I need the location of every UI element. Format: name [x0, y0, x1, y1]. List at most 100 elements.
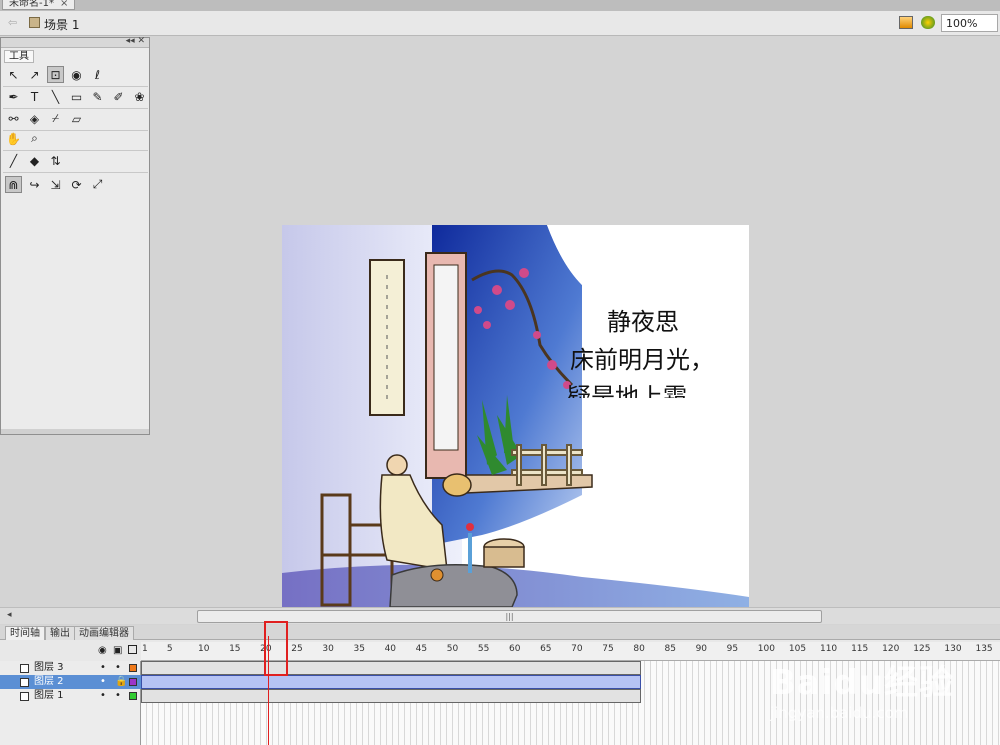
- straighten-icon[interactable]: ⇲: [47, 176, 64, 193]
- layer-list: 图层 3 • • 图层 2 • 🔒 图层 1 • •: [0, 661, 141, 745]
- snap-icon[interactable]: ⋒: [5, 176, 22, 193]
- layer-visibility-dot[interactable]: •: [100, 675, 106, 689]
- back-arrow-icon[interactable]: ⇦: [8, 16, 17, 29]
- tab-output[interactable]: 输出: [45, 626, 75, 640]
- ruler-tick-label: 110: [819, 644, 838, 654]
- lasso-icon[interactable]: ℓ: [89, 66, 106, 83]
- scene-label[interactable]: 场景 1: [44, 16, 79, 33]
- layer-color-swatch[interactable]: [129, 678, 137, 686]
- ruler-tick-label: 40: [384, 644, 397, 654]
- playhead[interactable]: [268, 636, 269, 745]
- stage-canvas[interactable]: 静夜思 床前明月光， 疑是地上霜: [282, 225, 749, 607]
- selection-arrow-icon[interactable]: ↖: [5, 66, 22, 83]
- ruler-tick-label: 55: [477, 644, 490, 654]
- stroke-color-icon[interactable]: ╱: [5, 152, 22, 169]
- ruler-tick-label: 115: [851, 644, 869, 654]
- pencil-icon[interactable]: ✎: [89, 88, 106, 105]
- tab-motion-editor[interactable]: 动画编辑器: [74, 626, 134, 640]
- stage-horizontal-scrollbar[interactable]: ◂ |||: [0, 607, 1000, 624]
- tools-separator: [3, 108, 148, 109]
- ruler-tick-label: 75: [602, 644, 614, 654]
- layer-lock-dot[interactable]: •: [115, 689, 121, 703]
- layer-visibility-dot[interactable]: •: [100, 661, 106, 675]
- edit-scene-icon[interactable]: [899, 16, 913, 29]
- lock-icon[interactable]: ▣: [113, 645, 122, 656]
- zoom-select[interactable]: 100%: [941, 14, 998, 32]
- layer-icon: [20, 678, 29, 687]
- ruler-tick-label: 85: [664, 644, 676, 654]
- fill-color-icon[interactable]: ◆: [26, 152, 43, 169]
- bone-icon[interactable]: ⚯: [5, 110, 22, 127]
- scale-icon[interactable]: ⤢: [89, 176, 106, 193]
- eyedropper-icon[interactable]: ⌿: [47, 110, 64, 127]
- layer-lock-dot[interactable]: •: [115, 661, 121, 675]
- tools-row: ✋ ⌕: [5, 130, 43, 147]
- layer-1-frames[interactable]: [141, 689, 641, 703]
- layer-lock-dot[interactable]: 🔒: [115, 675, 127, 689]
- ruler-tick-label: 35: [353, 644, 365, 654]
- layer-name[interactable]: 图层 3: [34, 661, 64, 675]
- pen-icon[interactable]: ✒: [5, 88, 22, 105]
- 3d-rotation-icon[interactable]: ◉: [68, 66, 85, 83]
- tab-timeline[interactable]: 时间轴: [5, 626, 45, 640]
- smooth-icon[interactable]: ↪: [26, 176, 43, 193]
- tools-separator: [3, 172, 148, 173]
- teapot: [442, 473, 472, 497]
- candle: [468, 533, 472, 573]
- stone-table: [389, 564, 518, 607]
- layer-color-swatch[interactable]: [129, 664, 137, 672]
- layer-row[interactable]: 图层 2 • 🔒: [0, 675, 141, 689]
- tools-panel-header[interactable]: ◂◂ ✕: [1, 36, 149, 48]
- layer-name[interactable]: 图层 2: [34, 675, 64, 689]
- rectangle-icon[interactable]: ▭: [68, 88, 85, 105]
- ruler-tick-label: 25: [291, 644, 303, 654]
- scene-icon: [29, 17, 40, 28]
- tools-panel-resize-handle[interactable]: [1, 429, 149, 434]
- scrollbar-thumb[interactable]: |||: [197, 610, 822, 623]
- layer-color-swatch[interactable]: [129, 692, 137, 700]
- ruler-tick-label: 105: [788, 644, 807, 654]
- poem-title: 静夜思: [607, 308, 679, 336]
- tools-separator: [3, 86, 148, 87]
- zoom-icon[interactable]: ⌕: [26, 130, 43, 147]
- timeline-tabs: 时间轴 输出 动画编辑器: [0, 625, 1000, 640]
- document-tab[interactable]: 未命名-1* ×: [2, 0, 76, 10]
- close-icon[interactable]: ×: [60, 0, 68, 9]
- collapse-icon[interactable]: ◂◂ ✕: [126, 36, 145, 46]
- scroll-left-arrow-icon[interactable]: ◂: [7, 610, 12, 620]
- edit-bar: ⇦ 场景 1 100%: [0, 11, 1000, 36]
- tools-panel: ◂◂ ✕ 工具 ↖ ↗ ⊡ ◉ ℓ ✒ T ╲ ▭ ✎ ✐ ❀ ⚯ ◈ ⌿ ▱ ✋ ⌕ ╱ ◆ ⇅ ⋒ ↪ ⇲ ⟳ ⤢: [0, 36, 150, 435]
- paint-bucket-icon[interactable]: ◈: [26, 110, 43, 127]
- edit-symbols-icon[interactable]: [921, 16, 935, 29]
- swap-colors-icon[interactable]: ⇅: [47, 152, 64, 169]
- layer-row[interactable]: 图层 1 • •: [0, 689, 141, 703]
- tools-row: ⋒ ↪ ⇲ ⟳ ⤢: [5, 176, 106, 193]
- deco-icon[interactable]: ❀: [131, 88, 148, 105]
- tools-panel-title: 工具: [4, 50, 34, 63]
- ruler-tick-label: 65: [540, 644, 552, 654]
- eye-icon[interactable]: ◉: [98, 645, 107, 656]
- document-tab-title: 未命名-1*: [9, 0, 54, 9]
- ruler-tick-label: 50: [446, 644, 459, 654]
- text-icon[interactable]: T: [26, 88, 43, 105]
- layer-3-frames[interactable]: [141, 661, 641, 675]
- line-icon[interactable]: ╲: [47, 88, 64, 105]
- tools-separator: [3, 150, 148, 151]
- ruler-tick-label: 90: [695, 644, 708, 654]
- tools-row: ╱ ◆ ⇅: [5, 152, 64, 169]
- ruler-tick-label: 100: [757, 644, 775, 654]
- eraser-icon[interactable]: ▱: [68, 110, 85, 127]
- outline-icon[interactable]: [128, 645, 137, 654]
- rotate-icon[interactable]: ⟳: [68, 176, 85, 193]
- ruler-tick-label: 1: [142, 644, 148, 654]
- tools-row: ⚯ ◈ ⌿ ▱: [5, 110, 85, 127]
- layer-2-frames[interactable]: [141, 675, 641, 689]
- layer-row[interactable]: 图层 3 • •: [0, 661, 141, 675]
- free-transform-icon[interactable]: ⊡: [47, 66, 64, 83]
- subselection-arrow-icon[interactable]: ↗: [26, 66, 43, 83]
- layer-icon: [20, 692, 29, 701]
- brush-icon[interactable]: ✐: [110, 88, 127, 105]
- layer-name[interactable]: 图层 1: [34, 689, 64, 703]
- hand-icon[interactable]: ✋: [5, 130, 22, 147]
- layer-visibility-dot[interactable]: •: [100, 689, 106, 703]
